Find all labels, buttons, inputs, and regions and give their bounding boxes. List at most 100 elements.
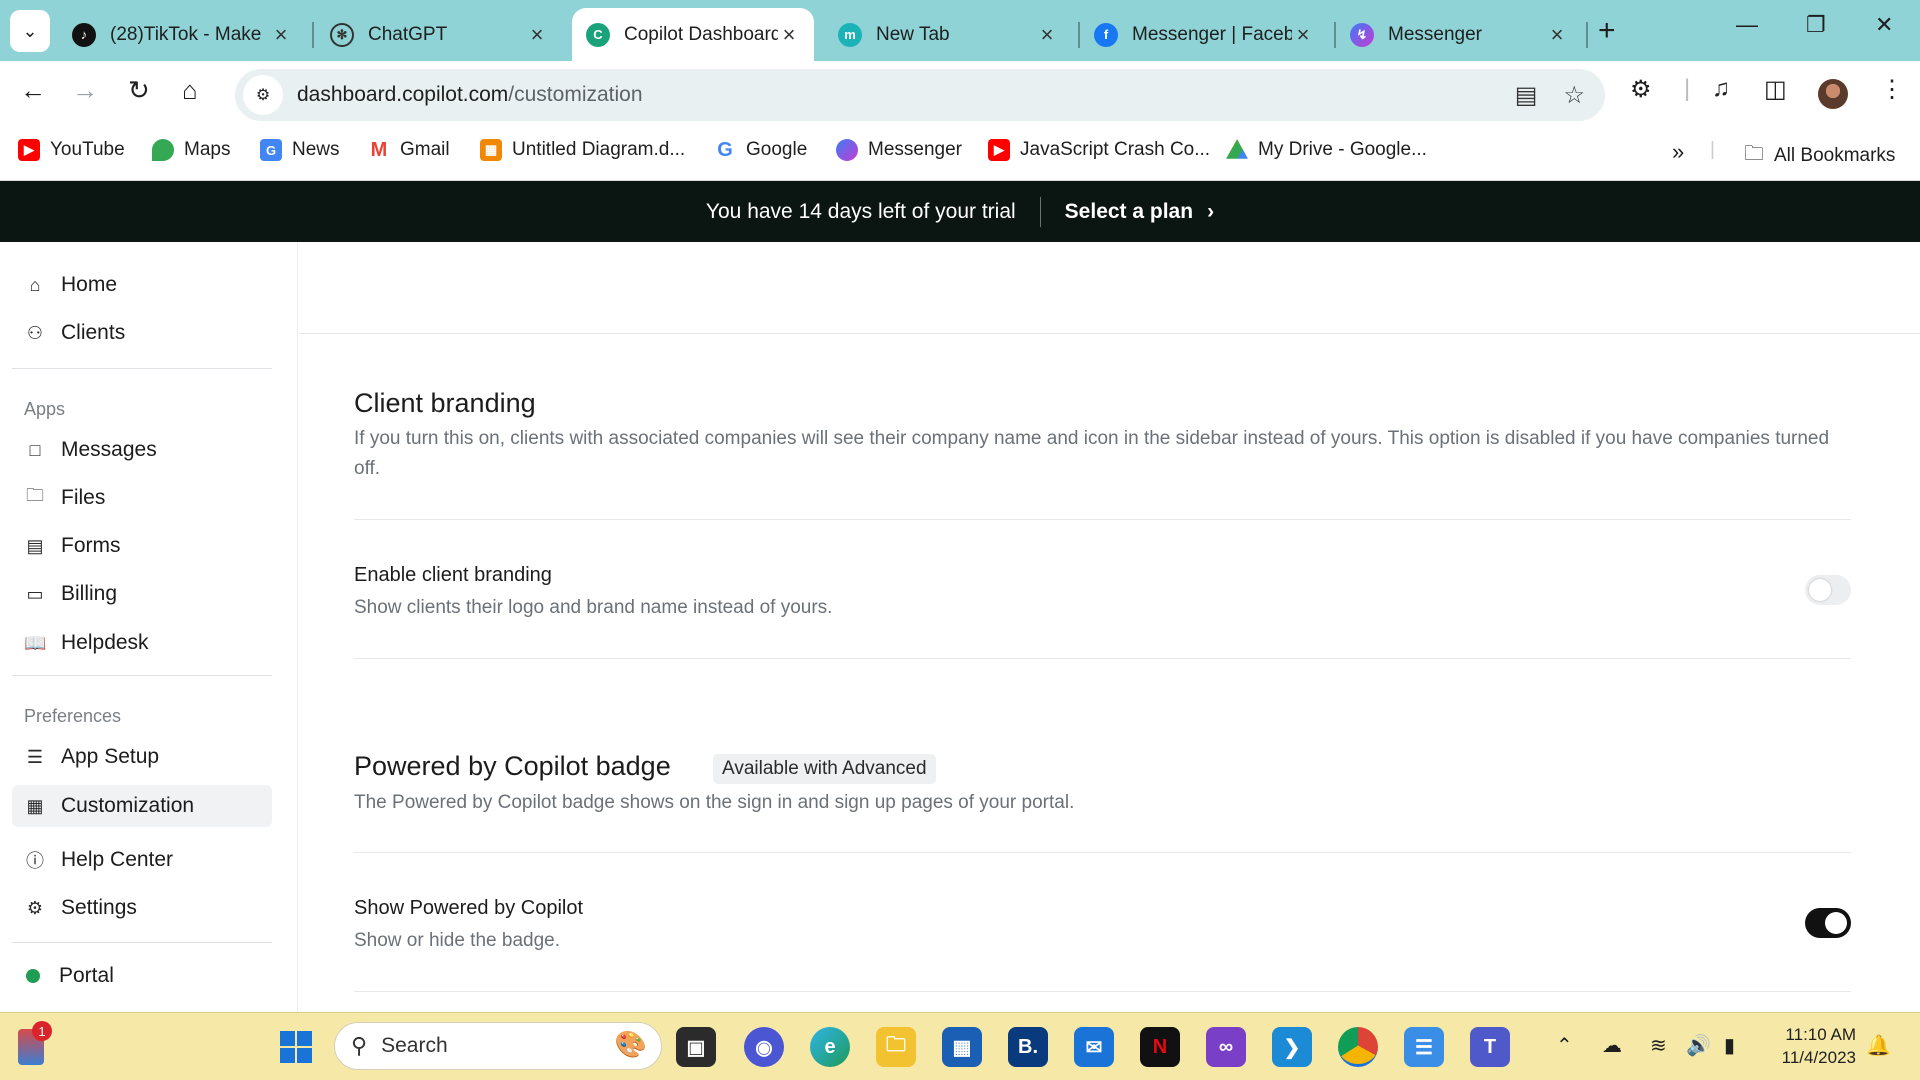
copilot-icon: C [586,22,610,47]
bookmark-label: News [292,139,340,160]
window-close-icon[interactable]: ✕ [1875,12,1893,38]
vscode-icon[interactable]: ❯ [1272,1027,1312,1067]
header-divider [299,333,1920,334]
back-arrow-icon[interactable]: ← [20,75,46,106]
file-explorer-icon[interactable]: 🗀 [876,1027,916,1067]
bookmark-my-drive[interactable]: My Drive - Google... [1226,139,1427,161]
tab-chatgpt[interactable]: ✻ ChatGPT × [316,8,562,61]
notepad-icon[interactable]: ☰ [1404,1027,1444,1067]
task-view-icon[interactable]: ▣ [676,1027,716,1067]
all-bookmarks-button[interactable]: 🗀 All Bookmarks [1744,139,1895,173]
reload-icon[interactable]: ↻ [128,75,150,106]
sidebar-item-clients[interactable]: ⚇ Clients [12,312,272,354]
close-icon[interactable]: × [1036,22,1058,48]
url-text[interactable]: dashboard.copilot.com/customization [297,83,643,107]
close-icon[interactable]: × [1292,22,1314,48]
tiktok-icon: ♪ [72,22,96,47]
microsoft-store-icon[interactable]: ▦ [942,1027,982,1067]
tab-tiktok[interactable]: ♪ (28)TikTok - Make × [58,8,306,61]
chevron-right-icon: › [1207,199,1215,223]
tab-separator [312,22,314,48]
new-tab-button[interactable]: + [1598,14,1616,48]
windows-start-icon[interactable] [276,1027,316,1067]
tab-messenger[interactable]: ↯ Messenger × [1336,8,1582,61]
google-drive-icon [1226,139,1248,159]
booking-icon[interactable]: B. [1008,1027,1048,1067]
edge-icon[interactable]: e [810,1027,850,1067]
more-menu-icon[interactable]: ⋮ [1880,75,1904,104]
tab-copilot-dashboard[interactable]: C Copilot Dashboard × [572,8,814,61]
visual-studio-icon[interactable]: ∞ [1206,1027,1246,1067]
bookmark-maps[interactable]: Maps [152,139,230,161]
bookmark-news[interactable]: G News [260,139,340,161]
clock-date: 11/4/2023 [1781,1048,1856,1067]
profile-avatar[interactable] [1818,79,1848,109]
extensions-icon[interactable]: ⚙ [1630,75,1652,104]
bookmarks-overflow-icon[interactable]: » [1672,139,1684,165]
sidebar-item-billing[interactable]: ▭ Billing [12,573,272,615]
sidebar-item-home[interactable]: ⌂ Home [12,264,272,306]
all-bookmarks-label: All Bookmarks [1774,145,1896,166]
toolbar-divider: | [1684,75,1691,102]
restore-icon[interactable]: ❐ [1806,12,1826,38]
close-icon[interactable]: × [270,22,292,48]
minimize-icon[interactable]: — [1736,12,1758,38]
tab-search-button[interactable]: ⌄ [10,10,50,52]
home-icon[interactable]: ⌂ [182,75,198,106]
sidebar-item-messages[interactable]: □ Messages [12,429,272,471]
address-bar[interactable]: ⚙ dashboard.copilot.com/customization ▤ … [235,69,1605,121]
bookmark-gmail[interactable]: M Gmail [368,139,450,161]
close-icon[interactable]: × [778,22,800,48]
volume-icon[interactable]: 🔊 [1686,1033,1711,1058]
sidebar-item-help-center[interactable]: ⓘ Help Center [12,839,272,881]
client-branding-toggle[interactable] [1805,575,1851,605]
media-control-icon[interactable]: ♫ [1712,75,1730,103]
site-info-icon[interactable]: ⚙ [243,75,283,115]
bookmark-google[interactable]: G Google [714,139,807,161]
side-panel-icon[interactable]: ◫ [1764,75,1787,104]
tab-messenger-facebook[interactable]: f Messenger | Faceb × [1080,8,1328,61]
netflix-icon[interactable]: N [1140,1027,1180,1067]
bookmark-star-icon[interactable]: ☆ [1563,81,1585,110]
users-icon: ⚇ [26,322,44,343]
sidebar-item-app-setup[interactable]: ☰ App Setup [12,736,272,778]
sidebar-item-files[interactable]: 🗀 Files [12,477,272,519]
forward-arrow-icon[interactable]: → [72,75,98,106]
section-divider [354,852,1851,853]
sidebar-item-customization[interactable]: ▦ Customization [12,785,272,827]
bookmark-youtube[interactable]: ▶ YouTube [18,139,125,161]
teams-icon[interactable]: T [1470,1027,1510,1067]
sidebar-item-label: Help Center [61,848,174,871]
system-clock[interactable]: 11:10 AM 11/4/2023 [1766,1023,1856,1069]
close-icon[interactable]: × [1546,22,1568,48]
taskbar-search[interactable]: ⚲ Search 🎨 [334,1022,662,1070]
select-plan-link[interactable]: Select a plan › [1065,200,1214,224]
sidebar-item-portal[interactable]: Portal [12,955,272,997]
sidebar-item-helpdesk[interactable]: 📖 Helpdesk [12,622,272,664]
browser-toolbar: ← → ↻ ⌂ ⚙ dashboard.copilot.com/customiz… [0,61,1920,127]
battery-icon[interactable]: ▮ [1724,1033,1735,1058]
bookmark-untitled-diagram[interactable]: ▦ Untitled Diagram.d... [480,139,685,161]
bookmark-messenger[interactable]: Messenger [836,139,962,161]
new-tab-favicon-icon: m [838,22,862,47]
select-plan-label: Select a plan [1064,199,1194,223]
teams-chat-icon[interactable]: ◉ [744,1027,784,1067]
close-icon[interactable]: × [526,22,548,48]
install-app-icon[interactable]: ▤ [1515,81,1538,110]
sidebar-item-forms[interactable]: ▤ Forms [12,525,272,567]
mail-icon[interactable]: ✉ [1074,1027,1114,1067]
bookmark-javascript-crash-course[interactable]: ▶ JavaScript Crash Co... [988,139,1210,161]
onedrive-icon[interactable]: ☁ [1602,1033,1622,1058]
chrome-icon[interactable] [1338,1027,1378,1067]
show-hidden-icons-icon[interactable]: ⌃ [1556,1033,1573,1058]
notification-bell-icon[interactable]: 🔔 [1866,1033,1891,1058]
google-icon: G [717,138,733,161]
wifi-icon[interactable]: ≋ [1650,1033,1667,1058]
powered-badge-toggle[interactable] [1805,908,1851,938]
sidebar-item-label: Portal [59,964,114,987]
bookmark-label: Gmail [400,139,450,160]
messenger-icon [836,139,858,161]
windows-taskbar: 1 ⚲ Search 🎨 ▣ ◉ e 🗀 ▦ B. ✉ N ∞ ❯ ☰ T ⌃ … [0,1012,1920,1080]
sidebar-item-settings[interactable]: ⚙ Settings [12,887,272,929]
tab-new-tab[interactable]: m New Tab × [824,8,1072,61]
